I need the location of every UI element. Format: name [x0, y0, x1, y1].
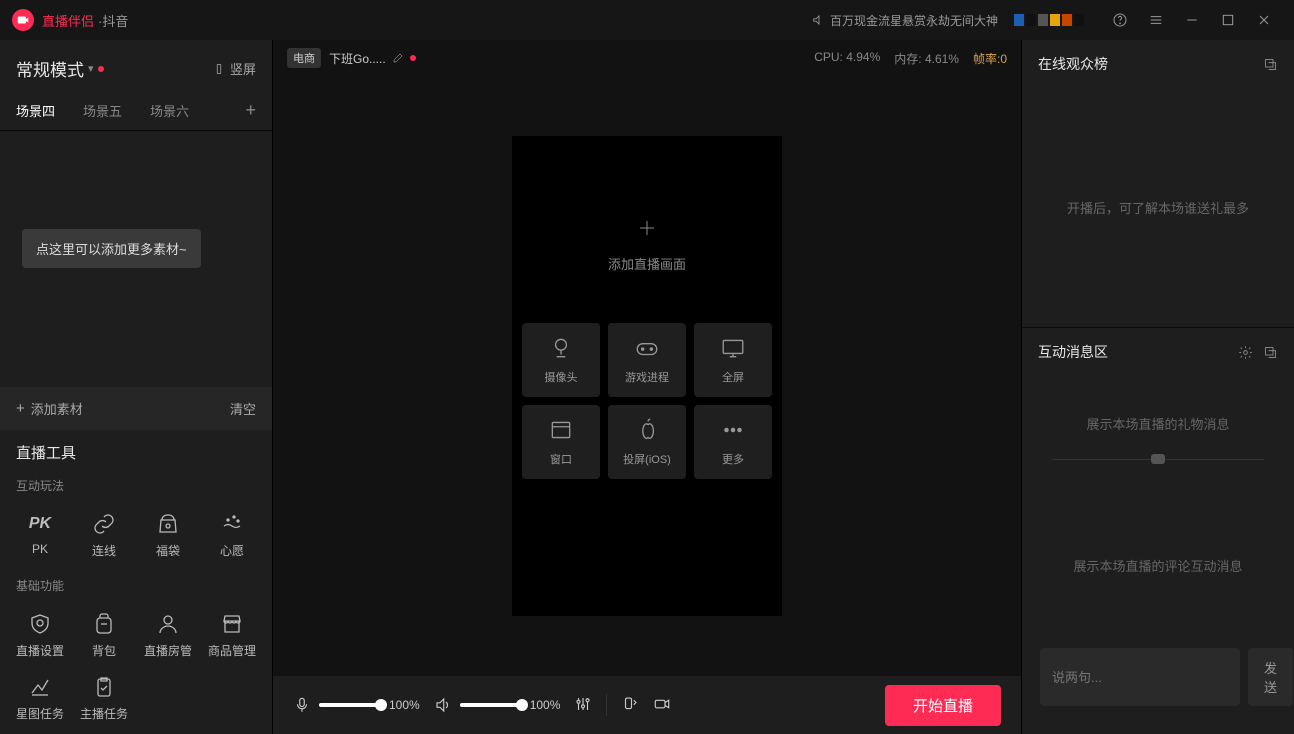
tool-backpack[interactable]: 背包: [72, 604, 136, 667]
help-button[interactable]: [1102, 0, 1138, 40]
camera-link-button[interactable]: [653, 695, 671, 716]
tool-goods[interactable]: 商品管理: [200, 604, 264, 667]
backpack-icon: [92, 612, 116, 636]
title-indicator-dot: [410, 55, 416, 61]
comment-hint: 展示本场直播的评论互动消息: [1032, 538, 1284, 593]
audience-panel-body: 开播后，可了解本场谁送礼最多: [1022, 88, 1294, 328]
start-live-button[interactable]: 开始直播: [885, 685, 1001, 726]
mic-icon[interactable]: [293, 696, 311, 714]
scene-tab-5[interactable]: 场景五: [83, 91, 122, 130]
chat-input[interactable]: [1040, 648, 1240, 706]
source-window[interactable]: 窗口: [522, 405, 600, 479]
tool-lianmai[interactable]: 连线: [72, 504, 136, 567]
titlebar: 直播伴侣 ·抖音 百万现金流星悬赏永劫无间大神: [0, 0, 1294, 40]
monitor-icon: [720, 335, 746, 361]
bag-icon: [156, 512, 180, 536]
speaker-icon[interactable]: [434, 696, 452, 714]
clipboard-icon: [92, 675, 116, 699]
add-stream-source[interactable]: 添加直播画面: [608, 216, 686, 273]
popout-icon[interactable]: [1263, 57, 1278, 72]
phone-link-button[interactable]: [621, 695, 639, 716]
speaker-volume-slider[interactable]: [460, 703, 522, 707]
basic-header: 基础功能: [0, 571, 272, 600]
user-badges: [1014, 14, 1084, 26]
tool-wish[interactable]: 心愿: [200, 504, 264, 567]
shield-icon: [28, 612, 52, 636]
gift-hint: 展示本场直播的礼物消息: [1032, 396, 1284, 451]
edit-icon: [392, 52, 404, 64]
panel-splitter[interactable]: [1052, 459, 1264, 460]
send-button[interactable]: 发送: [1248, 648, 1293, 706]
stream-tag: 电商: [287, 48, 321, 68]
add-material-tooltip: 点这里可以添加更多素材~: [22, 229, 201, 268]
app-suffix: ·抖音: [98, 11, 128, 30]
menu-button[interactable]: [1138, 0, 1174, 40]
gamepad-icon: [634, 335, 660, 361]
audience-panel-title: 在线观众榜: [1038, 54, 1108, 74]
add-scene-button[interactable]: +: [245, 100, 256, 121]
mode-selector[interactable]: 常规模式 ▾: [16, 56, 104, 81]
link-icon: [92, 512, 116, 536]
tool-anchor-task[interactable]: 主播任务: [72, 667, 136, 730]
speaker-volume-value: 100%: [530, 698, 561, 712]
pk-icon: PK: [29, 512, 51, 536]
minimize-button[interactable]: [1174, 0, 1210, 40]
apple-icon: [634, 417, 660, 443]
popout-icon[interactable]: [1263, 345, 1278, 360]
scene-tab-6[interactable]: 场景六: [150, 91, 189, 130]
orientation-toggle[interactable]: 竖屏: [212, 59, 256, 78]
more-icon: [720, 417, 746, 443]
chart-icon: [28, 675, 52, 699]
source-camera[interactable]: 摄像头: [522, 323, 600, 397]
window-icon: [548, 417, 574, 443]
tools-header: 直播工具: [0, 430, 272, 471]
messages-panel-body: 展示本场直播的礼物消息 展示本场直播的评论互动消息 发送: [1022, 376, 1294, 734]
app-name: 直播伴侣: [42, 11, 94, 30]
source-game[interactable]: 游戏进程: [608, 323, 686, 397]
mode-indicator-dot: [98, 66, 104, 72]
source-more[interactable]: 更多: [694, 405, 772, 479]
clear-materials-button[interactable]: 清空: [230, 399, 256, 418]
camera-icon: [548, 335, 574, 361]
source-fullscreen[interactable]: 全屏: [694, 323, 772, 397]
app-logo: [12, 9, 34, 31]
interactive-header: 互动玩法: [0, 471, 272, 500]
person-icon: [156, 612, 180, 636]
wish-icon: [220, 512, 244, 536]
mic-volume-slider[interactable]: [319, 703, 381, 707]
stream-title[interactable]: 下班Go.....: [329, 50, 416, 67]
preview-canvas: 添加直播画面 摄像头 游戏进程 全屏 窗口 投屏(iOS) 更多: [512, 136, 782, 616]
scene-tabs: 场景四 场景五 场景六 +: [0, 91, 272, 131]
performance-stats: CPU: 4.94% 内存: 4.61% 帧率:0: [814, 50, 1007, 67]
mic-volume-value: 100%: [389, 698, 420, 712]
source-ios[interactable]: 投屏(iOS): [608, 405, 686, 479]
tool-settings[interactable]: 直播设置: [8, 604, 72, 667]
tool-pk[interactable]: PKPK: [8, 504, 72, 567]
maximize-button[interactable]: [1210, 0, 1246, 40]
tool-fudai[interactable]: 福袋: [136, 504, 200, 567]
center-panel: 电商 下班Go..... CPU: 4.94% 内存: 4.61% 帧率:0 添…: [272, 40, 1022, 734]
scene-tab-4[interactable]: 场景四: [16, 91, 55, 130]
add-material-button[interactable]: + 添加素材: [16, 399, 83, 418]
settings-icon[interactable]: [1238, 345, 1253, 360]
left-sidebar: 常规模式 ▾ 竖屏 场景四 场景五 场景六 + 点这里可以添加更多素材~ + 添…: [0, 40, 272, 734]
close-button[interactable]: [1246, 0, 1282, 40]
messages-panel-title: 互动消息区: [1038, 342, 1108, 362]
scene-content: 点这里可以添加更多素材~: [0, 131, 272, 387]
mixer-button[interactable]: [574, 695, 592, 716]
announcement[interactable]: 百万现金流星悬赏永劫无间大神: [812, 12, 998, 29]
tool-moderator[interactable]: 直播房管: [136, 604, 200, 667]
store-icon: [220, 612, 244, 636]
footer-controls: 100% 100% 开始直播: [273, 676, 1021, 734]
right-sidebar: 在线观众榜 开播后，可了解本场谁送礼最多 互动消息区 展示本场直播的礼物消息 展…: [1022, 40, 1294, 734]
tool-star-task[interactable]: 星图任务: [8, 667, 72, 730]
